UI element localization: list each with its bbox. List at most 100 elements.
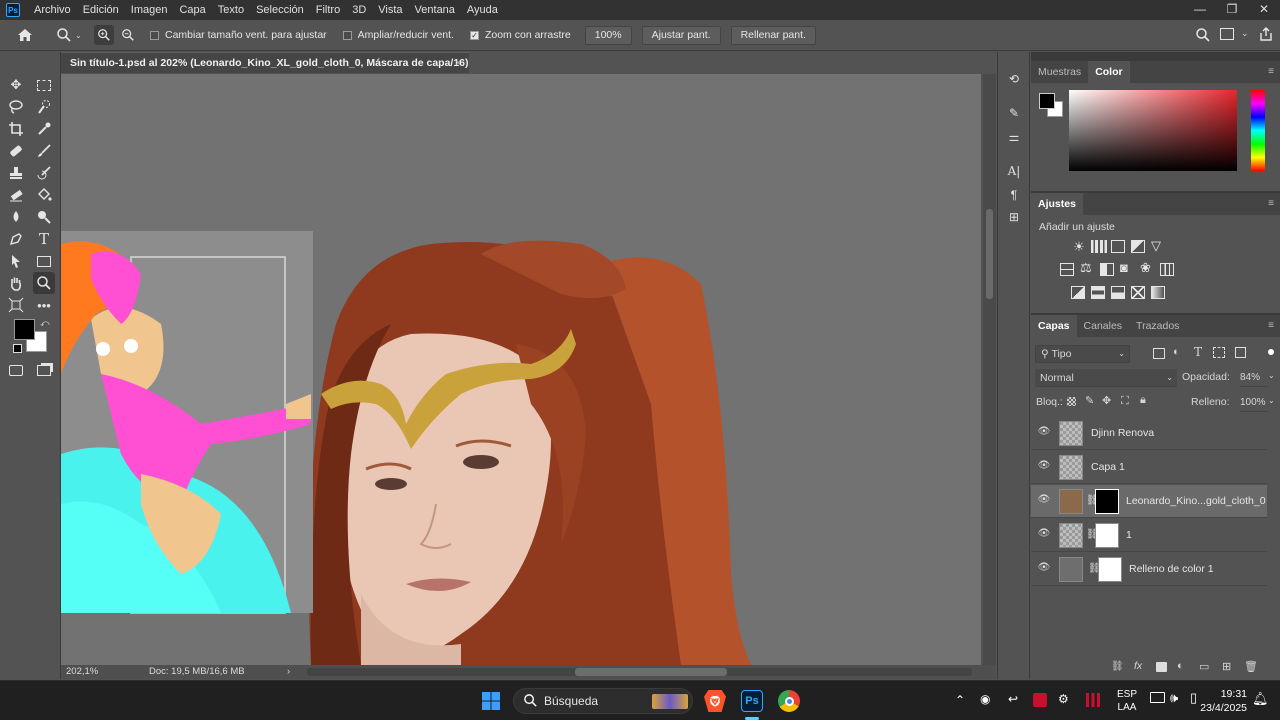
network-icon[interactable]	[1150, 692, 1165, 703]
invert-icon[interactable]	[1071, 286, 1085, 299]
link-layers-icon[interactable]: ⛓	[1111, 661, 1124, 672]
eye-icon[interactable]: 👁︎	[1037, 494, 1051, 506]
curves-icon[interactable]	[1111, 240, 1125, 253]
zoom-all-windows-checkbox[interactable]: Ampliar/reducir vent.	[342, 29, 454, 41]
screen-mode-icon[interactable]	[33, 359, 55, 381]
history-icon[interactable]: ⟲	[1005, 70, 1023, 88]
layer-row[interactable]: 👁︎ ⛓ 1	[1031, 519, 1267, 552]
brightness-contrast-icon[interactable]: ☀	[1071, 239, 1087, 255]
chevron-down-icon[interactable]: ⌄	[1241, 28, 1249, 39]
panel-menu-icon[interactable]: ≡	[1268, 66, 1274, 77]
hue-slider[interactable]	[1251, 90, 1265, 171]
filter-adjustment-icon[interactable]: ◐	[1173, 346, 1180, 358]
paint-bucket-tool-icon[interactable]	[33, 184, 55, 206]
vibrance-icon[interactable]: ▽	[1151, 238, 1161, 254]
tab-ajustes[interactable]: Ajustes	[1031, 193, 1083, 215]
chevron-up-icon[interactable]: ⌃	[955, 693, 965, 707]
eye-icon[interactable]: 👁︎	[1037, 562, 1051, 574]
lock-transparent-icon[interactable]	[1067, 397, 1076, 406]
group-icon[interactable]: ▭	[1199, 660, 1209, 673]
layer-filter-select[interactable]: ⚲ Tipo ⌄	[1035, 345, 1130, 363]
layer-row-selected[interactable]: 👁︎ ⛓ Leonardo_Kino...gold_cloth_0	[1031, 485, 1267, 518]
layer-row[interactable]: 👁︎ Capa 1	[1031, 451, 1267, 484]
chevron-down-icon[interactable]: ⌄	[1268, 396, 1275, 405]
paragraph-icon[interactable]: ¶	[1005, 186, 1023, 204]
gradient-map-icon[interactable]	[1151, 286, 1165, 299]
brush-settings-icon[interactable]: ✎	[1005, 104, 1023, 122]
document-tab[interactable]: Sin título-1.psd al 202% (Leonardo_Kino_…	[61, 52, 469, 89]
workspace-icon[interactable]	[1220, 28, 1234, 40]
threshold-icon[interactable]	[1111, 286, 1125, 299]
back-arrow-icon[interactable]: ↩	[1008, 692, 1018, 706]
zoom-out-icon[interactable]	[118, 25, 138, 45]
fill-screen-button[interactable]: Rellenar pant.	[730, 25, 816, 45]
black-white-icon[interactable]	[1100, 263, 1114, 276]
blend-mode-select[interactable]: Normal ⌄	[1035, 369, 1177, 387]
steam-icon[interactable]: ⚙	[1058, 692, 1069, 706]
dodge-tool-icon[interactable]	[33, 206, 55, 228]
zoom-level[interactable]: 202,1%	[66, 665, 98, 679]
rectangle-tool-icon[interactable]	[33, 250, 55, 272]
menu-seleccion[interactable]: Selección	[250, 4, 310, 16]
close-tab-icon[interactable]: ×	[455, 53, 461, 73]
menu-imagen[interactable]: Imagen	[125, 4, 174, 16]
zoom-value-field[interactable]: 100%	[584, 25, 632, 45]
notifications-icon[interactable]: 🔔︎	[1252, 691, 1269, 707]
discord-icon[interactable]: ◉	[980, 692, 990, 706]
lock-all-icon[interactable]: 🔒︎	[1140, 394, 1146, 407]
crop-tool-icon[interactable]	[5, 118, 27, 140]
audio-meter-icon[interactable]	[1086, 693, 1100, 707]
pen-tool-icon[interactable]	[5, 228, 27, 250]
eye-icon[interactable]: 👁︎	[1037, 460, 1051, 472]
healing-brush-tool-icon[interactable]	[5, 140, 27, 162]
eye-icon[interactable]: 👁︎	[1037, 426, 1051, 438]
panel-menu-icon[interactable]: ≡	[1268, 198, 1274, 209]
hand-tool-icon[interactable]	[5, 272, 27, 294]
share-icon[interactable]	[1258, 26, 1274, 45]
zoom-tool-icon[interactable]	[33, 272, 55, 294]
menu-vista[interactable]: Vista	[372, 4, 408, 16]
restore-icon[interactable]: ❐	[1216, 0, 1248, 20]
status-arrow-icon[interactable]: ›	[287, 665, 290, 679]
glyphs-icon[interactable]: ⊞	[1005, 208, 1023, 226]
layer-row[interactable]: 👁︎ Djinn Renova	[1031, 417, 1267, 450]
windows-start-icon[interactable]	[480, 690, 502, 712]
minimize-icon[interactable]: —	[1184, 0, 1216, 20]
scroll-thumb[interactable]	[986, 209, 993, 299]
chevron-down-icon[interactable]: ⌄	[1268, 371, 1275, 380]
filter-pixel-icon[interactable]	[1153, 348, 1165, 359]
adobe-acrobat-icon[interactable]	[1033, 693, 1047, 707]
language-indicator[interactable]: ESP LAA	[1117, 688, 1137, 714]
fill-input[interactable]: 100%	[1240, 394, 1268, 412]
default-colors-icon[interactable]	[13, 344, 22, 353]
filter-toggle-icon[interactable]	[1268, 349, 1274, 355]
volume-icon[interactable]: 🕪︎	[1170, 690, 1178, 706]
color-lookup-icon[interactable]	[1160, 263, 1174, 276]
adjustment-layer-icon[interactable]: ◐	[1177, 660, 1184, 672]
more-tools-icon[interactable]: •••	[33, 294, 55, 316]
photo-filter-icon[interactable]: ◙	[1120, 260, 1128, 275]
scrubby-zoom-checkbox[interactable]: ✓ Zoom con arrastre	[469, 29, 571, 41]
tab-canales[interactable]: Canales	[1077, 315, 1130, 337]
posterize-icon[interactable]	[1091, 286, 1105, 299]
fit-screen-button[interactable]: Ajustar pant.	[641, 25, 721, 45]
quick-mask-icon[interactable]	[5, 359, 27, 381]
menu-3d[interactable]: 3D	[346, 4, 372, 16]
eye-icon[interactable]: 👁︎	[1037, 528, 1051, 540]
character-icon[interactable]: A|	[1005, 162, 1023, 180]
lasso-tool-icon[interactable]	[5, 96, 27, 118]
panel-menu-icon[interactable]: ≡	[1268, 320, 1274, 331]
menu-ventana[interactable]: Ventana	[409, 4, 461, 16]
brush-tool-icon[interactable]	[33, 140, 55, 162]
clone-stamp-tool-icon[interactable]	[5, 162, 27, 184]
fx-icon[interactable]: fx	[1134, 660, 1142, 672]
foreground-color-swatch[interactable]	[14, 319, 35, 340]
close-icon[interactable]: ✕	[1248, 0, 1280, 20]
taskbar-search-box[interactable]: Búsqueda	[513, 688, 693, 714]
horizontal-scrollbar[interactable]	[307, 668, 972, 676]
adjust-sliders-icon[interactable]: ⚌	[1005, 128, 1023, 146]
zoom-tool-preset-icon[interactable]: ⌄	[56, 27, 84, 43]
swap-colors-icon[interactable]: ⤺	[40, 318, 50, 329]
tab-capas[interactable]: Capas	[1031, 315, 1077, 337]
tab-muestras[interactable]: Muestras	[1031, 61, 1088, 83]
